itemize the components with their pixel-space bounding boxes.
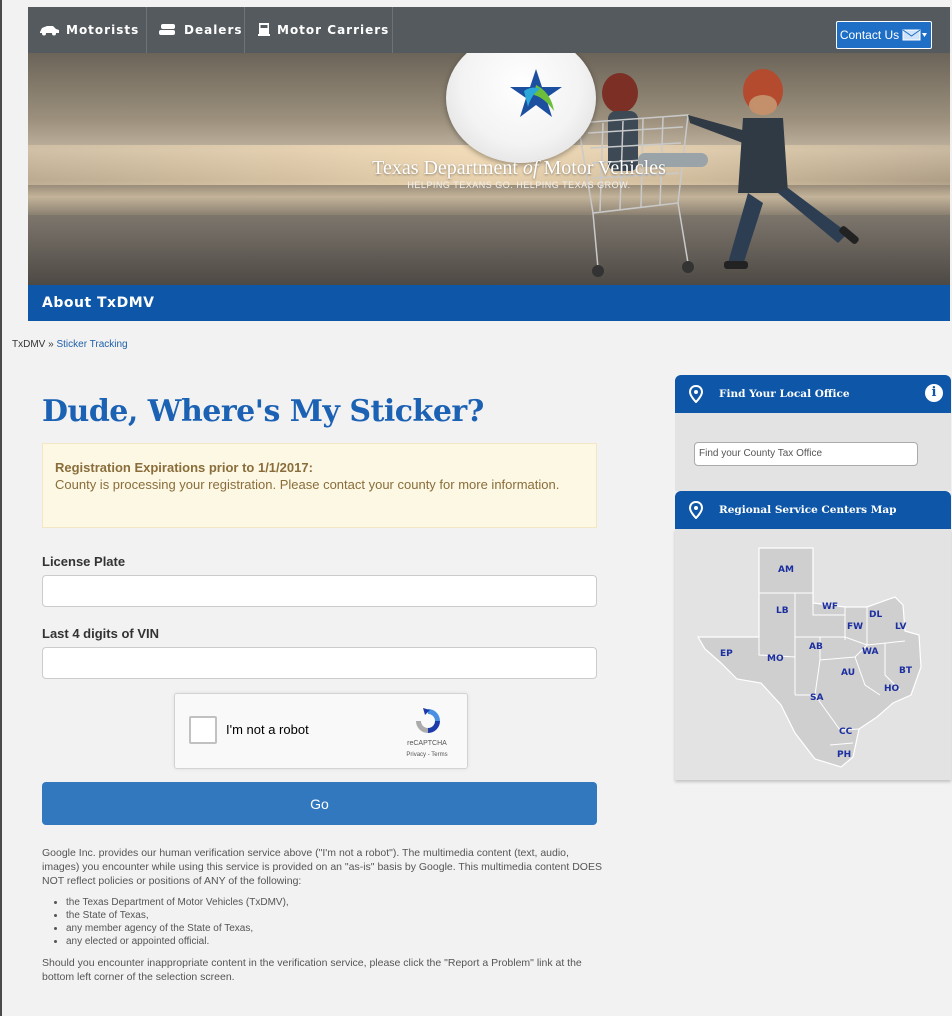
- breadcrumb-separator: »: [48, 339, 54, 350]
- region-label[interactable]: HO: [884, 684, 900, 694]
- go-button[interactable]: Go: [42, 782, 597, 825]
- disclaimer-list: the Texas Department of Motor Vehicles (…: [42, 896, 602, 948]
- disclaimer-intro: Google Inc. provides our human verificat…: [42, 847, 602, 887]
- recaptcha-icon: [416, 708, 440, 733]
- license-plate-label: License Plate: [42, 554, 126, 569]
- list-item: any member agency of the State of Texas,: [66, 922, 602, 935]
- section-title-bar: About TxDMV: [28, 285, 950, 321]
- captcha-disclaimer: Google Inc. provides our human verificat…: [42, 846, 602, 984]
- find-office-header: Find Your Local Office: [675, 375, 951, 413]
- region-label[interactable]: EP: [720, 649, 733, 659]
- region-label[interactable]: FW: [847, 622, 863, 632]
- region-label[interactable]: PH: [837, 750, 851, 760]
- info-icon[interactable]: i: [925, 384, 943, 402]
- vin-label: Last 4 digits of VIN: [42, 626, 160, 641]
- regional-map-header: Regional Service Centers Map: [675, 491, 951, 529]
- car-icon: [40, 26, 59, 36]
- map-pin-icon: [689, 501, 703, 519]
- region-label[interactable]: SA: [810, 693, 823, 703]
- agency-name-part: Texas Department: [372, 157, 523, 179]
- page-frame: Motorists Dealers Motor Carriers Contact…: [0, 0, 952, 1016]
- cars-icon: [159, 24, 175, 35]
- region-label[interactable]: DL: [869, 610, 882, 620]
- txdmv-star-logo: [510, 69, 562, 117]
- alert-body: County is processing your registration. …: [55, 477, 560, 492]
- regional-map-title: Regional Service Centers Map: [719, 504, 897, 516]
- truck-icon: [258, 23, 270, 36]
- list-item: the State of Texas,: [66, 909, 602, 922]
- hero-banner: Texas Department of Motor Vehicles HELPI…: [28, 53, 950, 285]
- region-label[interactable]: WF: [822, 602, 838, 612]
- nav-divider: [244, 7, 245, 53]
- region-label[interactable]: AB: [809, 642, 823, 652]
- recaptcha-brand: reCAPTCHA: [407, 740, 447, 747]
- section-title: About TxDMV: [42, 295, 155, 311]
- recaptcha-label: I'm not a robot: [226, 722, 309, 737]
- nav-dealers-label: Dealers: [184, 23, 243, 37]
- breadcrumb-home[interactable]: TxDMV: [12, 339, 45, 350]
- breadcrumb: TxDMV » Sticker Tracking: [12, 339, 128, 350]
- license-plate-input[interactable]: [42, 575, 597, 607]
- top-navigation: Motorists Dealers Motor Carriers Contact…: [28, 7, 950, 53]
- nav-divider: [392, 7, 393, 53]
- envelope-icon: [902, 29, 928, 41]
- breadcrumb-current[interactable]: Sticker Tracking: [56, 339, 127, 350]
- find-office-title: Find Your Local Office: [719, 388, 850, 400]
- nav-motorists[interactable]: Motorists: [38, 7, 139, 53]
- recaptcha-widget: I'm not a robot reCAPTCHA Privacy - Term…: [174, 693, 468, 769]
- texas-regions-map[interactable]: AM LB WF DL FW LV EP AB MO WA AU BT HO S…: [695, 545, 927, 770]
- agency-tagline: HELPING TEXANS GO. HELPING TEXAS GROW.: [407, 180, 631, 190]
- vin-input[interactable]: [42, 647, 597, 679]
- contact-us-label: Contact Us: [839, 28, 900, 42]
- disclaimer-outro: Should you encounter inappropriate conte…: [42, 957, 582, 983]
- recaptcha-privacy-terms[interactable]: Privacy - Terms: [397, 752, 457, 758]
- county-office-search-input[interactable]: Find your County Tax Office: [694, 442, 918, 466]
- region-label[interactable]: WA: [862, 647, 879, 657]
- nav-motor-carriers[interactable]: Motor Carriers: [257, 7, 389, 53]
- region-label[interactable]: LV: [895, 622, 906, 632]
- region-label[interactable]: CC: [839, 727, 853, 737]
- map-pin-icon: [689, 385, 703, 403]
- nav-divider: [146, 7, 147, 53]
- alert-heading: Registration Expirations prior to 1/1/20…: [55, 460, 313, 475]
- nav-dealers[interactable]: Dealers: [158, 7, 243, 53]
- agency-name-part: Motor Vehicles: [538, 157, 666, 179]
- nav-motor-carriers-label: Motor Carriers: [277, 23, 390, 37]
- list-item: any elected or appointed official.: [66, 935, 602, 948]
- agency-name: Texas Department of Motor Vehicles: [354, 157, 684, 180]
- region-label[interactable]: BT: [899, 666, 913, 676]
- region-label[interactable]: AU: [841, 668, 855, 678]
- page-title: Dude, Where's My Sticker?: [42, 394, 484, 429]
- contact-us-button[interactable]: Contact Us: [836, 21, 932, 49]
- list-item: the Texas Department of Motor Vehicles (…: [66, 896, 602, 909]
- region-label[interactable]: MO: [767, 654, 784, 664]
- go-button-label: Go: [310, 795, 329, 812]
- recaptcha-checkbox[interactable]: [189, 716, 217, 744]
- nav-motorists-label: Motorists: [66, 23, 140, 37]
- region-label[interactable]: LB: [776, 606, 789, 616]
- agency-name-of: of: [522, 157, 539, 179]
- region-label[interactable]: AM: [778, 565, 794, 575]
- registration-alert: Registration Expirations prior to 1/1/20…: [42, 443, 597, 528]
